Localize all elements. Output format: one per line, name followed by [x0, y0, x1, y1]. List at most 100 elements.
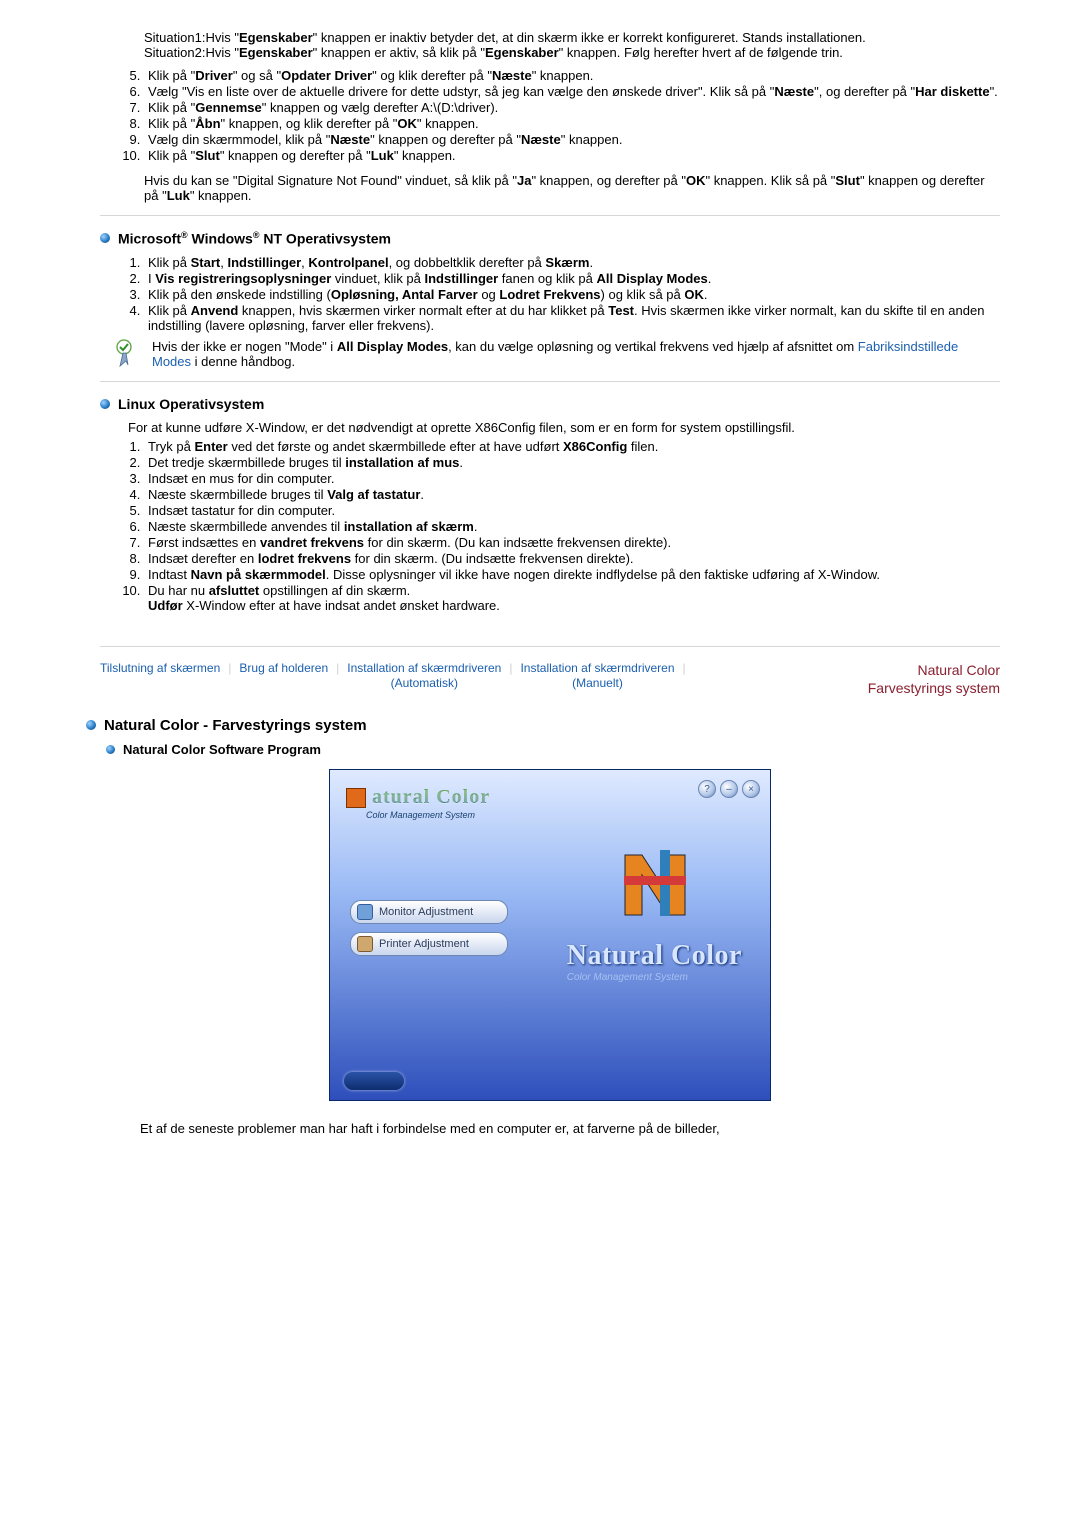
text: Hvis ": [205, 30, 239, 45]
bullet-icon: [86, 720, 96, 730]
list-item: Vælg "Vis en liste over de aktuelle driv…: [144, 84, 1000, 99]
list-item: Klik på "Slut" knappen og derefter på "L…: [144, 148, 1000, 163]
logo-subtitle: Color Management System: [366, 810, 475, 820]
steps-2000: Klik på "Driver" og så "Opdater Driver" …: [100, 68, 1000, 163]
nav-driver-auto[interactable]: Installation af skærmdriveren (Automatis…: [347, 661, 501, 692]
n-logo-icon: [610, 840, 700, 930]
nt-note: Hvis der ikke er nogen "Mode" i All Disp…: [114, 339, 1000, 369]
list-item: Klik på "Åbn" knappen, og klik derefter …: [144, 116, 1000, 131]
list-item: Først indsættes en vandret frekvens for …: [144, 535, 1000, 550]
list-item: Næste skærmbillede anvendes til installa…: [144, 519, 1000, 534]
subheading-nc: Natural Color Software Program: [123, 742, 321, 757]
heading-nt: Microsoft® Windows® NT Operativsystem: [118, 230, 391, 247]
text: All Display Modes: [337, 339, 448, 354]
list-item: Klik på "Gennemse" knappen og vælg deref…: [144, 100, 1000, 115]
window-controls: ? – ×: [698, 780, 760, 798]
text: , kan du vælge opløsning og vertikal fre…: [448, 339, 858, 354]
separator: |: [328, 661, 347, 675]
situation-2: Situation2:Hvis "Egenskaber" knappen er …: [144, 45, 1000, 60]
bullet-icon: [100, 233, 110, 243]
minimize-button[interactable]: –: [720, 780, 738, 798]
subheading-nc-row: Natural Color Software Program: [106, 742, 1000, 757]
list-item: Det tredje skærmbillede bruges til insta…: [144, 455, 1000, 470]
monitor-icon: [357, 904, 373, 920]
list-item: Indsæt derefter en lodret frekvens for d…: [144, 551, 1000, 566]
text: Installation af skærmdriveren: [520, 661, 674, 675]
heading-nc-row: Natural Color - Farvestyrings system: [86, 717, 1000, 734]
list-item: Indsæt tastatur for din computer.: [144, 503, 1000, 518]
text: Microsoft: [118, 231, 181, 247]
document-page: Situation1:Hvis "Egenskaber" knappen er …: [0, 0, 1080, 1166]
list-item: I Vis registreringsoplysninger vinduet, …: [144, 271, 1000, 286]
bullet-icon: [100, 399, 110, 409]
text: " knappen er inaktiv betyder det, at din…: [313, 30, 866, 45]
list-item: Indtast Navn på skærmmodel. Disse oplysn…: [144, 567, 1000, 582]
text: Egenskaber: [485, 45, 559, 60]
text: Farvestyrings system: [868, 680, 1000, 696]
heading-linux: Linux Operativsystem: [118, 396, 264, 412]
text: Windows: [188, 231, 253, 247]
natural-color-screenshot: atural Color Color Management System ? –…: [329, 769, 771, 1101]
text: NT Operativsystem: [259, 231, 391, 247]
divider: [100, 215, 1000, 216]
text: Natural Color: [918, 662, 1000, 678]
footer-paragraph: Et af de seneste problemer man har haft …: [140, 1121, 1000, 1136]
steps-nt: Klik på Start, Indstillinger, Kontrolpan…: [100, 255, 1000, 333]
button-label: Monitor Adjustment: [379, 906, 473, 918]
text: Installation af skærmdriveren: [347, 661, 501, 675]
logo-square-icon: [346, 788, 366, 808]
situation-1: Situation1:Hvis "Egenskaber" knappen er …: [144, 30, 1000, 45]
subtitle-text: Color Management System: [567, 972, 742, 983]
divider: [100, 646, 1000, 647]
bullet-icon: [106, 745, 115, 754]
printer-icon: [357, 936, 373, 952]
list-item: Du har nu afsluttet opstillingen af din …: [144, 583, 1000, 613]
nav-holder[interactable]: Brug af holderen: [239, 661, 328, 677]
text: Egenskaber: [239, 30, 313, 45]
heading-linux-row: Linux Operativsystem: [100, 396, 1000, 412]
situation-block: Situation1:Hvis "Egenskaber" knappen er …: [144, 30, 1000, 60]
nt-note-text: Hvis der ikke er nogen "Mode" i All Disp…: [152, 339, 1000, 369]
heading-nt-row: Microsoft® Windows® NT Operativsystem: [100, 230, 1000, 247]
separator: |: [675, 661, 694, 675]
divider: [100, 381, 1000, 382]
app-title-large: Natural Color Color Management System: [567, 940, 742, 983]
text: Egenskaber: [239, 45, 313, 60]
help-button[interactable]: ?: [698, 780, 716, 798]
samsung-badge: [344, 1072, 404, 1090]
nav-driver-manual[interactable]: Installation af skærmdriveren (Manuelt): [520, 661, 674, 692]
title-text: Natural Color: [567, 940, 742, 972]
monitor-adjustment-button[interactable]: Monitor Adjustment: [350, 900, 508, 924]
text: " knappen. Følg herefter hvert af de føl…: [559, 45, 843, 60]
list-item: Indsæt en mus for din computer.: [144, 471, 1000, 486]
text: " knappen er aktiv, så klik på ": [313, 45, 485, 60]
list-item: Klik på den ønskede indstilling (Opløsni…: [144, 287, 1000, 302]
close-button[interactable]: ×: [742, 780, 760, 798]
text: i denne håndbog.: [191, 354, 295, 369]
list-item: Næste skærmbillede bruges til Valg af ta…: [144, 487, 1000, 502]
heading-natural-color: Natural Color - Farvestyrings system: [104, 717, 367, 734]
section-nav: Tilslutning af skærmen | Brug af holdere…: [100, 661, 1000, 697]
post-note: Hvis du kan se "Digital Signature Not Fo…: [144, 173, 1000, 203]
list-item: Klik på "Driver" og så "Opdater Driver" …: [144, 68, 1000, 83]
text: Hvis der ikke er nogen "Mode" i: [152, 339, 337, 354]
reg-icon: ®: [181, 230, 188, 240]
nav-natural-color[interactable]: Natural Color Farvestyrings system: [868, 661, 1000, 697]
nav-connect[interactable]: Tilslutning af skærmen: [100, 661, 220, 677]
list-item: Klik på Start, Indstillinger, Kontrolpan…: [144, 255, 1000, 270]
app-logo: atural Color: [346, 786, 490, 809]
list-item: Tryk på Enter ved det første og andet sk…: [144, 439, 1000, 454]
list-item: Klik på Anvend knappen, hvis skærmen vir…: [144, 303, 1000, 333]
steps-linux: Tryk på Enter ved det første og andet sk…: [100, 439, 1000, 613]
linux-intro: For at kunne udføre X-Window, er det nød…: [100, 420, 1000, 435]
text: (Manuelt): [572, 676, 623, 690]
logo-text: atural Color: [372, 786, 490, 809]
separator: |: [501, 661, 520, 675]
text: (Automatisk): [391, 676, 458, 690]
situation1-label: Situation1:: [144, 30, 205, 45]
printer-adjustment-button[interactable]: Printer Adjustment: [350, 932, 508, 956]
list-item: Vælg din skærmmodel, klik på "Næste" kna…: [144, 132, 1000, 147]
check-pin-icon: [114, 339, 142, 369]
situation2-label: Situation2:: [144, 45, 205, 60]
button-label: Printer Adjustment: [379, 938, 469, 950]
